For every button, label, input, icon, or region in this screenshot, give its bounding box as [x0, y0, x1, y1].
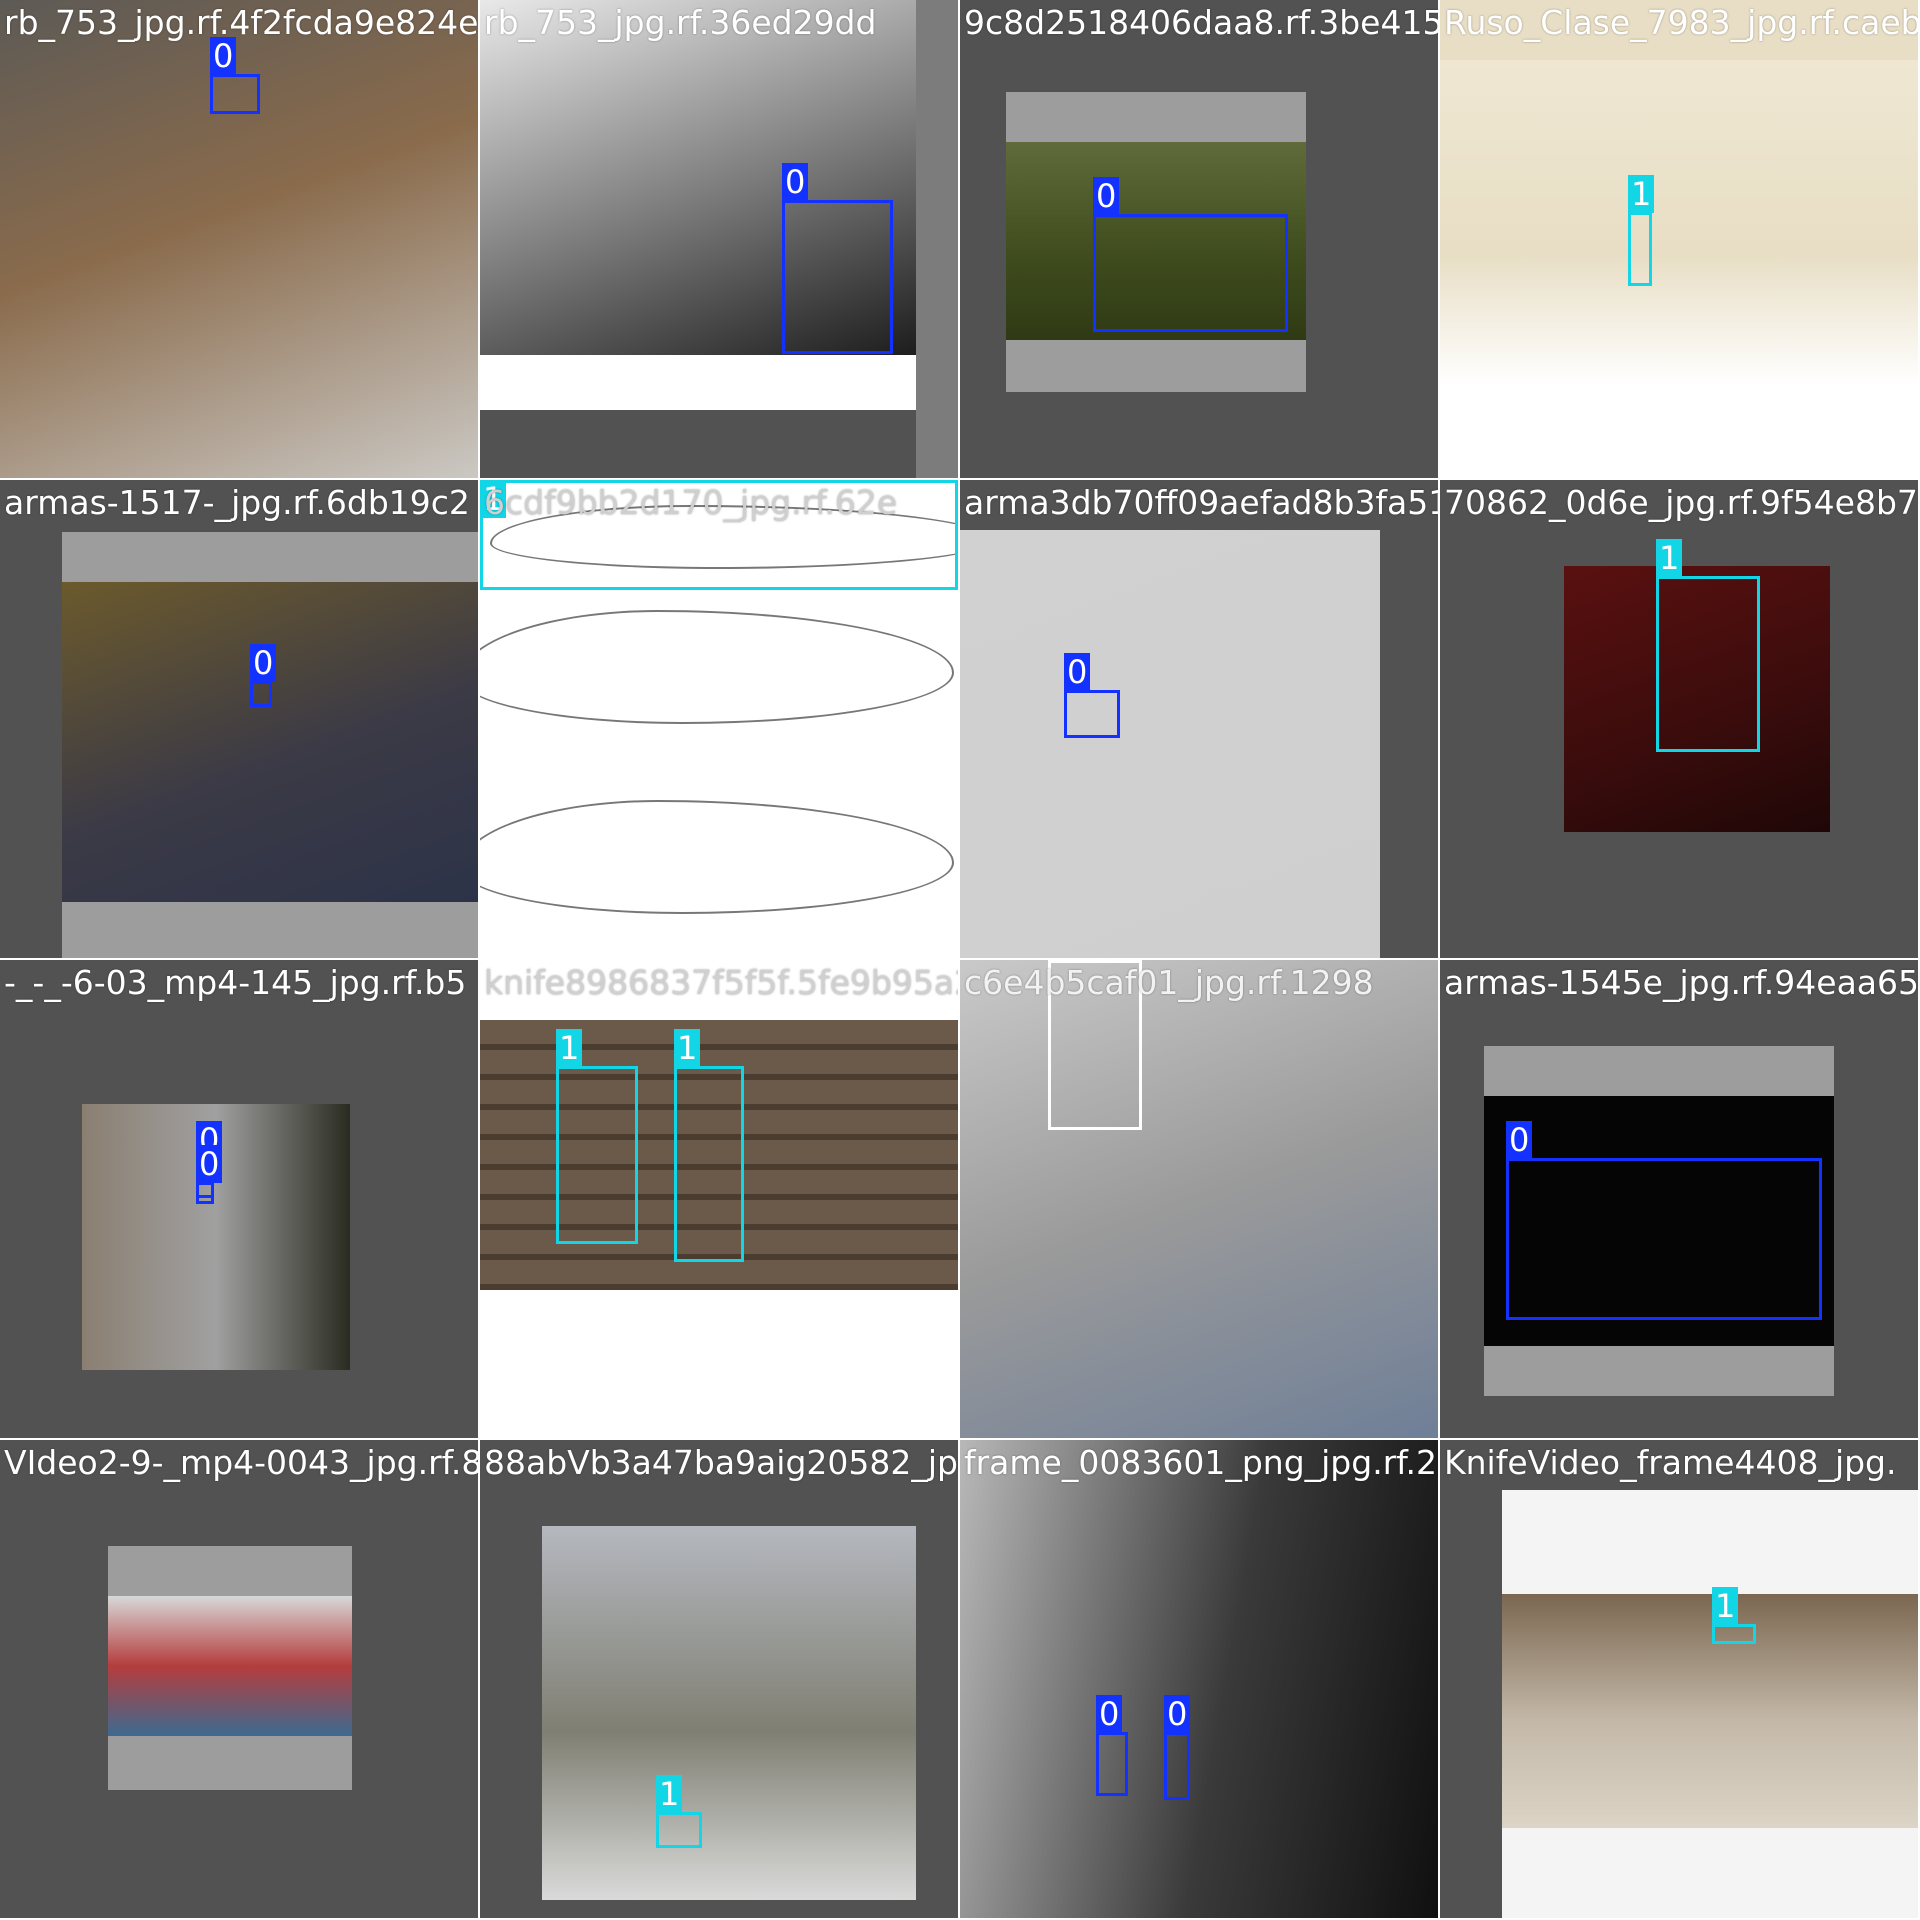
mosaic-tile-red-knife: 70862_0d6e_jpg.rf.9f54e8b7 1	[1440, 480, 1918, 958]
tile-filename: armas-1545e_jpg.rf.94eaa65	[1444, 963, 1918, 1002]
mosaic-tile-outdoor-training: 88abVb3a47ba9aig20582_jpg 1	[480, 1440, 958, 1918]
tile-filename: armas-1517-_jpg.rf.6db19c2	[4, 483, 470, 522]
class-label: 0	[782, 163, 809, 201]
mosaic-tile-masked-attacker: c6e4b5caf01_jpg.rf.1298 2	[960, 960, 1438, 1438]
detection-box: 0	[1096, 1695, 1128, 1796]
mosaic-tile-aiming-pistol: arma3db70ff09aefad8b3fa51ed 0	[960, 480, 1438, 958]
mosaic-tile-hallway-video: -_-_-6-03_mp4-145_jpg.rf.b5 0 0	[0, 960, 478, 1438]
tile-padding	[108, 1736, 352, 1790]
class-label: 0	[1506, 1121, 1533, 1159]
tile-photo	[542, 1526, 916, 1900]
class-label: 1	[556, 1029, 583, 1067]
tile-filename: arma3db70ff09aefad8b3fa51ed	[964, 483, 1438, 522]
detection-box: 0	[250, 644, 277, 707]
detection-box: 1	[1712, 1587, 1756, 1644]
tile-filename: 88abVb3a47ba9aig20582_jpg	[484, 1443, 958, 1482]
tile-filename: VIdeo2-9-_mp4-0043_jpg.rf.8	[4, 1443, 478, 1482]
class-label: 1	[1712, 1587, 1739, 1625]
mosaic-tile-fence-knife: KnifeVideo_frame4408_jpg. 1	[1440, 1440, 1918, 1918]
tile-photo	[1440, 60, 1918, 385]
mosaic-tile-knife-demo: Ruso_Clase_7983_jpg.rf.caeba 1	[1440, 0, 1918, 478]
mosaic-tile-car-door: frame_0083601_png_jpg.rf.26 0 0	[960, 1440, 1438, 1918]
detection-box: 1	[556, 1029, 638, 1244]
detection-box: 1	[1656, 539, 1760, 752]
tile-padding	[1484, 1046, 1834, 1096]
class-label: 1	[674, 1029, 701, 1067]
tile-padding	[1440, 0, 1918, 60]
tile-filename: KnifeVideo_frame4408_jpg.	[1444, 1443, 1897, 1482]
tile-padding	[62, 532, 478, 582]
tile-padding	[916, 0, 958, 478]
tile-padding	[480, 355, 916, 410]
tile-filename: 70862_0d6e_jpg.rf.9f54e8b7	[1444, 483, 1918, 522]
class-label: 1	[1628, 175, 1655, 213]
tile-padding	[62, 902, 478, 958]
tile-photo	[108, 1596, 352, 1736]
tile-photo	[1502, 1594, 1918, 1828]
class-label: 0	[196, 1145, 223, 1183]
detection-box: 0	[210, 37, 260, 114]
class-label: 1	[1656, 539, 1683, 577]
detection-box: 2	[1048, 960, 1142, 1130]
detection-box: 0	[1506, 1121, 1822, 1320]
detection-box: 0	[1164, 1695, 1191, 1800]
mosaic-tile-personal-defense: rb_753_jpg.rf.36ed29dd 0	[480, 0, 958, 478]
class-label: 0	[210, 37, 237, 75]
class-label: 0	[1064, 653, 1091, 691]
class-label: 0	[1096, 1695, 1123, 1733]
tile-padding	[1006, 92, 1306, 142]
tile-filename: 9c8d2518406daa8.rf.3be4152	[964, 3, 1438, 42]
detection-box: 1	[656, 1775, 702, 1848]
detection-box: 1	[480, 480, 958, 590]
tile-padding	[1502, 1828, 1918, 1918]
mosaic-tile-ruger-pistol: armas-1545e_jpg.rf.94eaa65 0	[1440, 960, 1918, 1438]
tile-padding	[1006, 340, 1306, 392]
tile-padding	[1484, 1346, 1834, 1396]
class-label: 0	[250, 644, 277, 682]
tile-padding	[1440, 385, 1918, 478]
tile-photo	[960, 960, 1438, 1438]
tile-padding	[480, 960, 958, 1020]
tile-filename: -_-_-6-03_mp4-145_jpg.rf.b5	[4, 963, 467, 1002]
mosaic-tile-two-knives: knife8986837f5f5f.5fe9b95a2 1 1	[480, 960, 958, 1438]
detection-box: 0	[782, 163, 893, 354]
class-label: 2	[1048, 960, 1074, 961]
mosaic-tile-pistol-grass: 9c8d2518406daa8.rf.3be4152 0	[960, 0, 1438, 478]
detection-box: 0	[1093, 177, 1288, 332]
detection-box: 0	[196, 1145, 223, 1204]
class-label: 1	[656, 1775, 683, 1813]
tile-padding	[108, 1546, 352, 1596]
tile-padding	[480, 1290, 958, 1438]
mosaic-tile-convenience-store: VIdeo2-9-_mp4-0043_jpg.rf.8	[0, 1440, 478, 1918]
detection-box: 1	[1628, 175, 1655, 286]
class-label: 0	[1093, 177, 1120, 215]
mosaic-tile-office-cctv: rb_753_jpg.rf.4f2fcda9e824ea3b68b3501d05…	[0, 0, 478, 478]
detection-box: 0	[1064, 653, 1120, 738]
tile-padding	[1502, 1490, 1918, 1594]
detection-box: 1	[674, 1029, 744, 1262]
tile-photo	[0, 0, 478, 478]
tile-photo	[960, 530, 1380, 958]
class-label: 1	[480, 480, 507, 518]
class-label: 0	[1164, 1695, 1191, 1733]
tile-photo	[960, 1440, 1438, 1918]
training-batch-mosaic: rb_753_jpg.rf.4f2fcda9e824ea3b68b3501d05…	[0, 0, 1920, 1920]
tile-photo	[62, 582, 478, 902]
mosaic-tile-shooting-range: armas-1517-_jpg.rf.6db19c2 0	[0, 480, 478, 958]
mosaic-tile-knife-outlines: 6cdf9bb2d170_jpg.rf.62e 1	[480, 480, 958, 958]
